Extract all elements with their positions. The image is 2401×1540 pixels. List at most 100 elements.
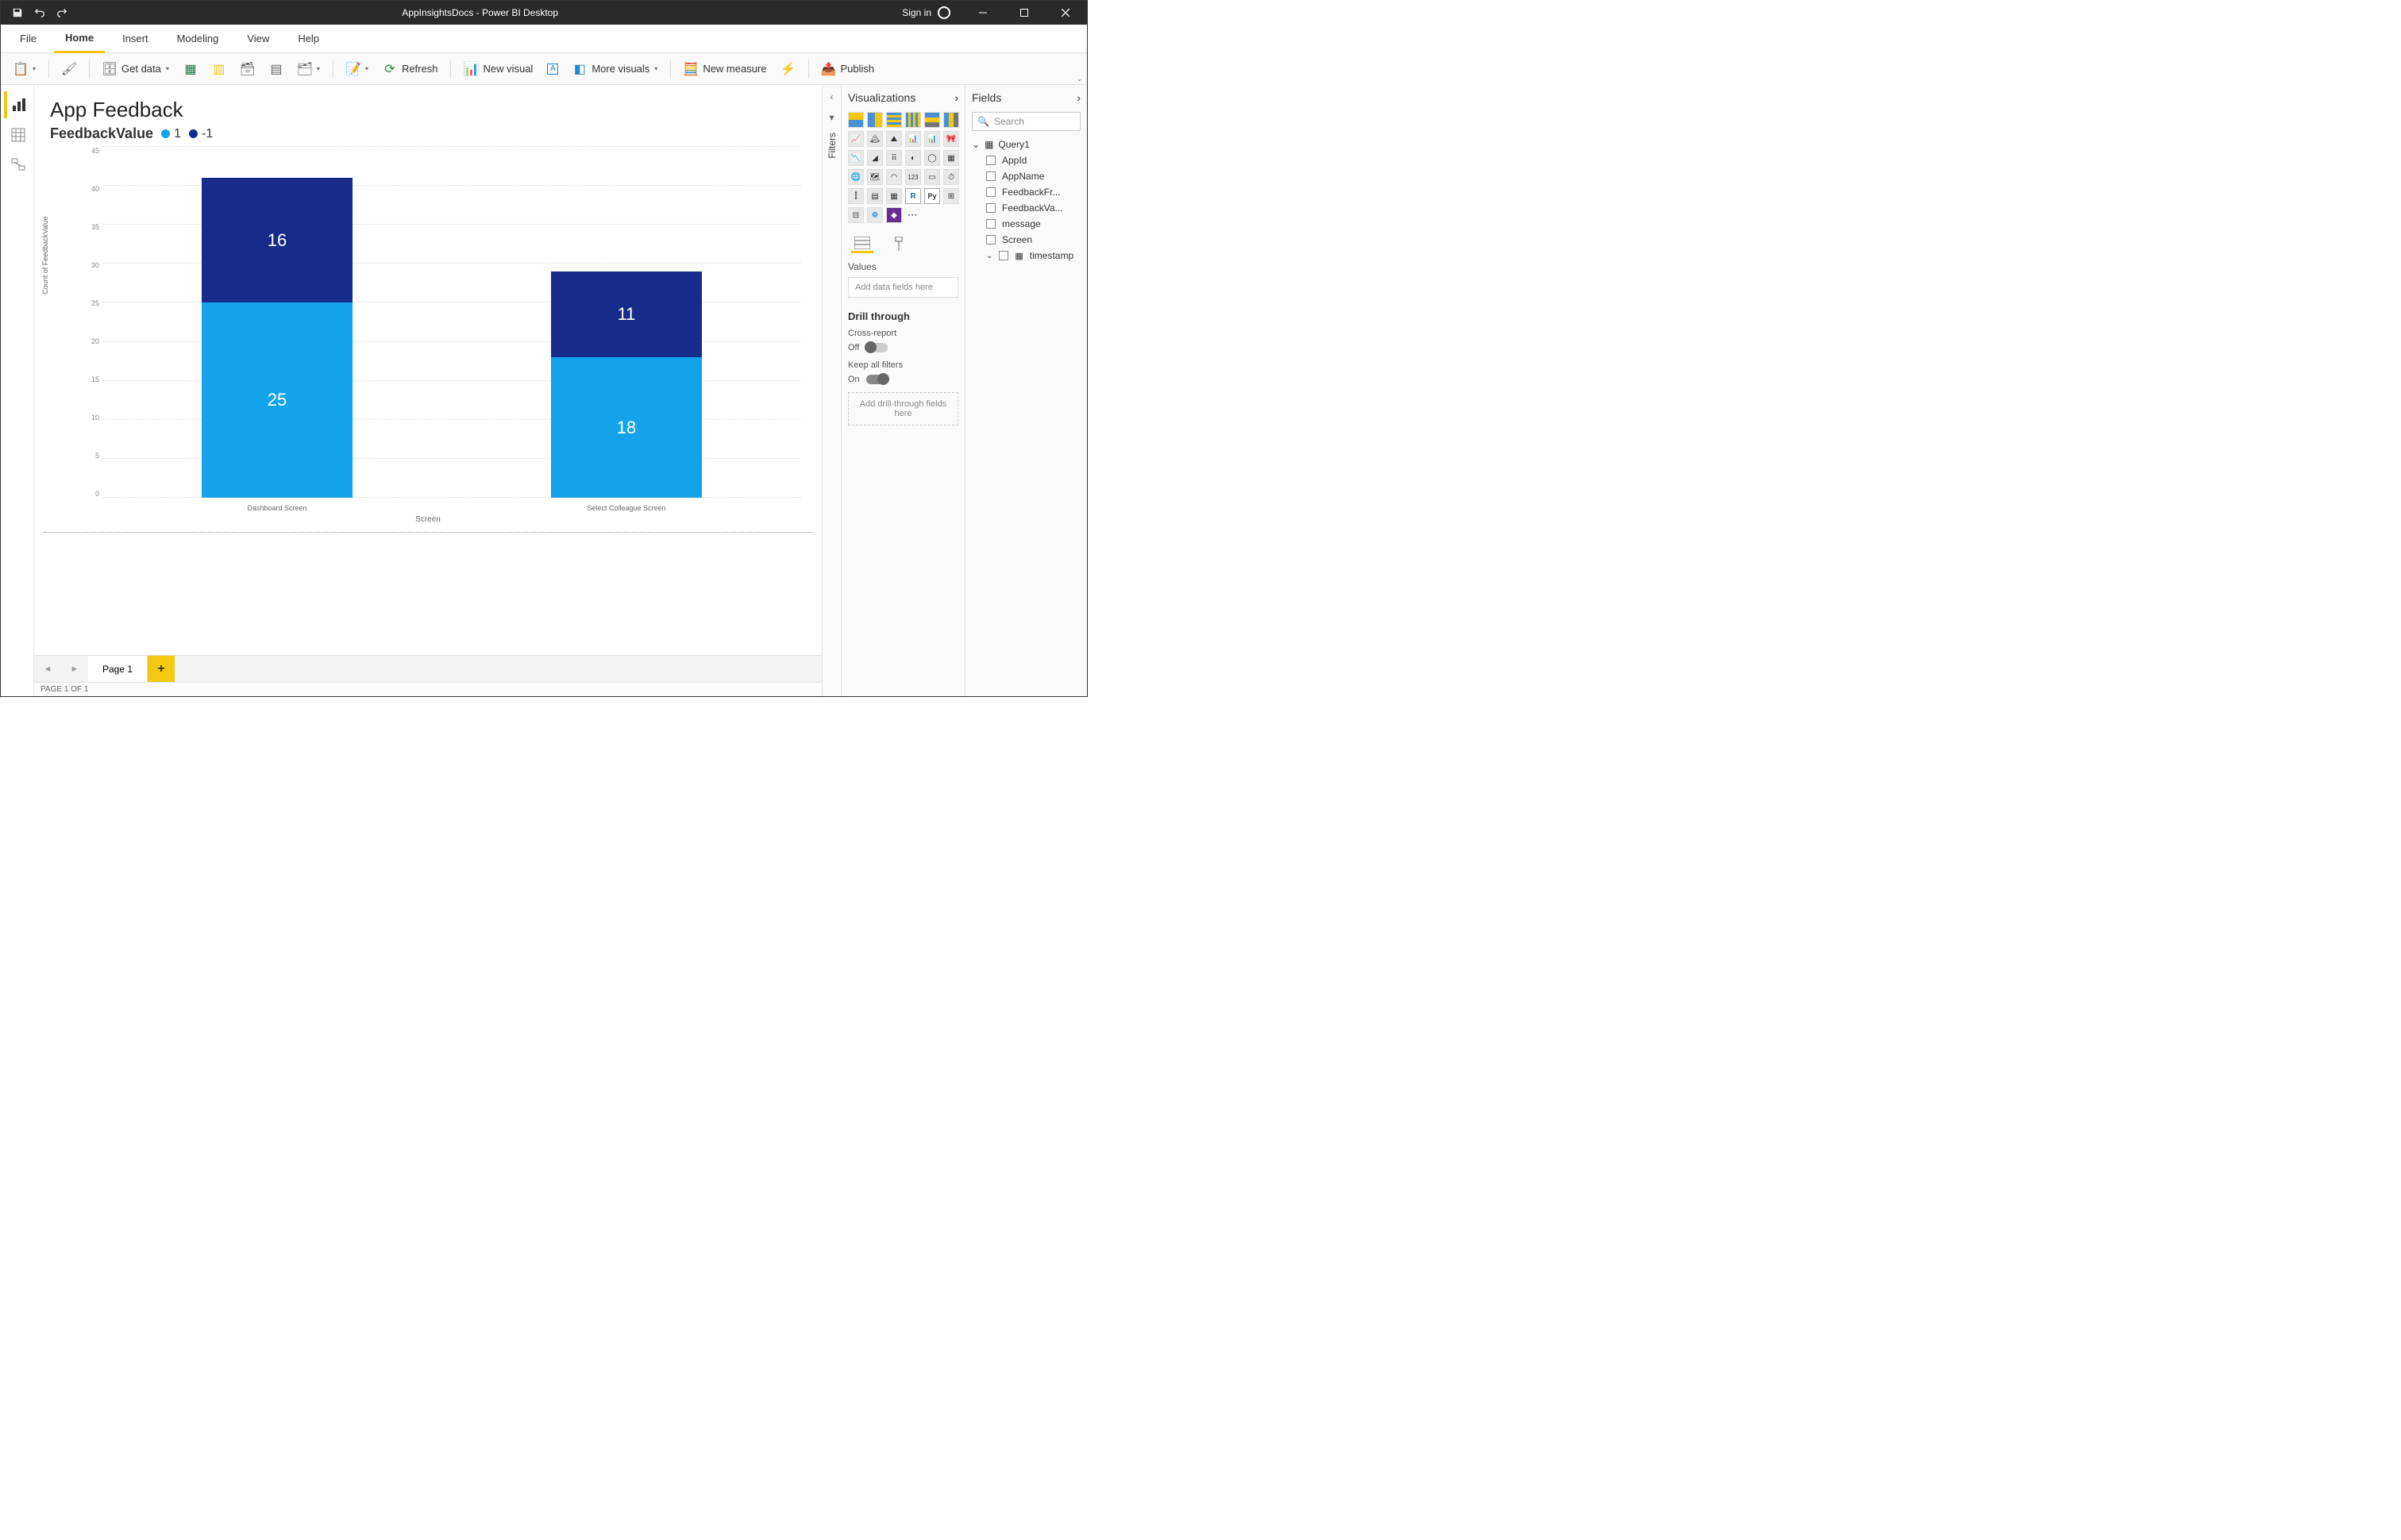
text-box-button[interactable]: A	[541, 57, 565, 81]
maximize-button[interactable]	[1006, 1, 1042, 25]
model-view-button[interactable]	[4, 152, 31, 179]
viz-100-bar-icon[interactable]	[924, 112, 940, 128]
viz-pie-icon[interactable]: ◐	[905, 150, 921, 166]
format-painter-button[interactable]: 🖌	[56, 57, 83, 81]
viz-matrix-icon[interactable]: ▦	[886, 188, 902, 204]
bar-segment[interactable]: 18	[551, 357, 702, 498]
fields-search-input[interactable]: 🔍 Search	[972, 112, 1081, 131]
ribbon-tab-modeling[interactable]: Modeling	[166, 25, 230, 53]
viz-stacked-bar-icon[interactable]	[848, 112, 864, 128]
viz-filled-map-icon[interactable]: 🗺	[867, 169, 883, 185]
viz-stacked-column-icon[interactable]	[867, 112, 883, 128]
chart-visual[interactable]: App Feedback FeedbackValue 1 -1 Count of…	[44, 93, 812, 533]
ribbon-tab-view[interactable]: View	[236, 25, 280, 53]
field-item[interactable]: ⌄▦timestamp	[986, 250, 1081, 261]
report-view-button[interactable]	[4, 91, 31, 118]
publish-button[interactable]: 📤Publish	[815, 57, 881, 81]
fields-tab-button[interactable]	[851, 234, 873, 253]
viz-python-icon[interactable]: Py	[924, 188, 940, 204]
viz-stacked-area-icon[interactable]: ⛰	[886, 131, 902, 147]
viz-clustered-bar-icon[interactable]	[886, 112, 902, 128]
enter-data-button[interactable]: ▤	[263, 57, 290, 81]
fields-pane-title: Fields	[972, 91, 1001, 104]
viz-custom-icon[interactable]: ◆	[886, 207, 902, 223]
viz-map-icon[interactable]: 🌐	[848, 169, 864, 185]
refresh-button[interactable]: ⟳Refresh	[376, 57, 445, 81]
field-item[interactable]: Screen	[986, 234, 1081, 245]
viz-area-icon[interactable]: 🏔	[867, 131, 883, 147]
report-canvas[interactable]: App Feedback FeedbackValue 1 -1 Count of…	[34, 85, 822, 655]
collapse-ribbon-button[interactable]: ⌄	[1077, 75, 1082, 83]
viz-funnel-icon[interactable]: ◢	[867, 150, 883, 166]
values-field-well[interactable]: Add data fields here	[848, 277, 958, 298]
ribbon-tab-home[interactable]: Home	[54, 25, 105, 53]
ribbon-tab-help[interactable]: Help	[287, 25, 330, 53]
format-tab-button[interactable]	[888, 234, 910, 253]
field-item[interactable]: message	[986, 218, 1081, 229]
expand-filters-button[interactable]: ‹	[831, 91, 834, 102]
paste-button[interactable]: 📋▾	[7, 57, 42, 81]
next-page-button[interactable]: ►	[61, 656, 88, 682]
field-item[interactable]: FeedbackFr...	[986, 187, 1081, 198]
field-item[interactable]: AppName	[986, 171, 1081, 182]
new-visual-button[interactable]: 📊New visual	[457, 57, 539, 81]
viz-kpi-icon[interactable]: ⏱	[943, 169, 959, 185]
undo-icon[interactable]	[34, 7, 45, 18]
excel-source-button[interactable]: ▦	[177, 57, 204, 81]
cross-report-state: Off	[848, 343, 859, 352]
more-visuals-button[interactable]: ◧More visuals▾	[566, 57, 664, 81]
recent-sources-button[interactable]: 🗂▾	[291, 57, 326, 81]
close-button[interactable]	[1047, 1, 1084, 25]
redo-icon[interactable]	[56, 7, 67, 18]
add-page-button[interactable]: +	[148, 656, 175, 682]
viz-key-influencers-icon[interactable]: ⊞	[943, 188, 959, 204]
save-icon[interactable]	[12, 7, 23, 18]
data-view-button[interactable]	[4, 121, 31, 148]
pbi-dataset-button[interactable]: ▥	[206, 57, 233, 81]
filters-funnel-icon[interactable]: ▾	[829, 112, 834, 123]
prev-page-button[interactable]: ◄	[34, 656, 61, 682]
ribbon-tab-insert[interactable]: Insert	[111, 25, 160, 53]
collapse-viz-button[interactable]: ›	[954, 91, 958, 104]
transform-data-button[interactable]: 📝▾	[340, 57, 375, 81]
ribbon-tabs: File Home Insert Modeling View Help	[1, 25, 1087, 53]
viz-waterfall-icon[interactable]: 📉	[848, 150, 864, 166]
viz-multi-card-icon[interactable]: ▭	[924, 169, 940, 185]
viz-donut-icon[interactable]: ◯	[924, 150, 940, 166]
viz-clustered-column-icon[interactable]	[905, 112, 921, 128]
minimize-button[interactable]	[965, 1, 1001, 25]
viz-card-icon[interactable]: 123	[905, 169, 921, 185]
viz-gauge-icon[interactable]: ◠	[886, 169, 902, 185]
viz-scatter-icon[interactable]: ⠿	[886, 150, 902, 166]
bar-segment[interactable]: 11	[551, 271, 702, 357]
cross-report-toggle[interactable]	[865, 343, 888, 352]
sign-in-button[interactable]: Sign in	[892, 6, 960, 19]
sql-source-button[interactable]: 🗃	[234, 57, 261, 81]
new-measure-button[interactable]: 🧮New measure	[677, 57, 773, 81]
get-data-button[interactable]: 🗄Get data▾	[96, 57, 175, 81]
viz-table-icon[interactable]: ▤	[867, 188, 883, 204]
field-item[interactable]: AppId	[986, 155, 1081, 166]
bar-segment[interactable]: 25	[202, 302, 353, 498]
viz-decomposition-icon[interactable]: ⊟	[848, 207, 864, 223]
page-tab[interactable]: Page 1	[88, 656, 148, 682]
viz-line-column-icon[interactable]: 📊	[905, 131, 921, 147]
quick-measure-button[interactable]: ⚡	[775, 57, 802, 81]
field-item[interactable]: FeedbackVa...	[986, 202, 1081, 214]
bar-segment[interactable]: 16	[202, 178, 353, 302]
drill-through-well[interactable]: Add drill-through fields here	[848, 392, 958, 425]
sql-icon: 🗃	[241, 62, 255, 76]
ribbon-tab-file[interactable]: File	[9, 25, 48, 53]
viz-slicer-icon[interactable]: ⫿	[848, 188, 864, 204]
viz-100-column-icon[interactable]	[943, 112, 959, 128]
viz-line-icon[interactable]: 📈	[848, 131, 864, 147]
viz-ribbon-icon[interactable]: 🎀	[943, 131, 959, 147]
viz-more-icon[interactable]: ···	[905, 207, 921, 223]
table-node[interactable]: ⌄ ▦ Query1	[972, 139, 1081, 150]
viz-treemap-icon[interactable]: ▦	[943, 150, 959, 166]
viz-qa-icon[interactable]: ❁	[867, 207, 883, 223]
collapse-fields-button[interactable]: ›	[1077, 91, 1081, 104]
viz-r-icon[interactable]: R	[905, 188, 921, 204]
keep-filters-toggle[interactable]	[866, 375, 888, 384]
viz-line-clustered-icon[interactable]: 📊	[924, 131, 940, 147]
